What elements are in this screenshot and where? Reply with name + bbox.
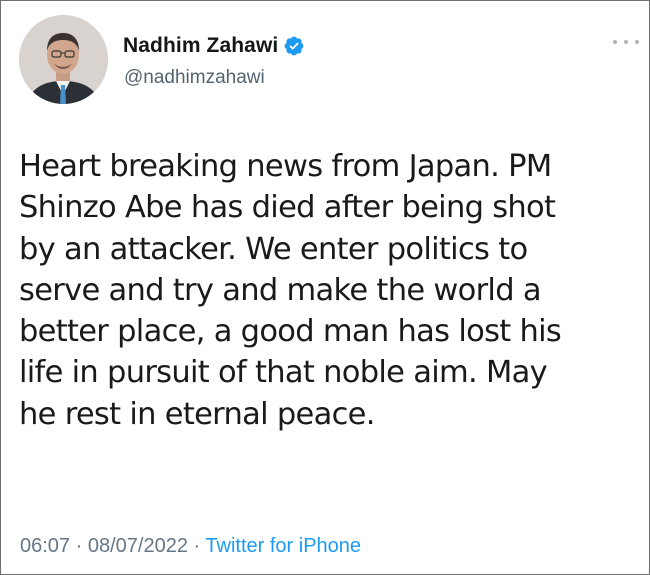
tweet-card: Nadhim Zahawi @nadhimzahawi Heart breaki… [0, 0, 650, 575]
author-handle[interactable]: @nadhimzahawi [124, 67, 265, 89]
tweet-date[interactable]: 08/07/2022 [88, 535, 188, 557]
author-display-name[interactable]: Nadhim Zahawi [123, 34, 278, 58]
dot [613, 40, 617, 44]
tweet-text-line: serve and try and make the world a [19, 272, 542, 308]
dot [624, 40, 628, 44]
tweet-text-line: life in pursuit of that noble aim. May [19, 355, 548, 391]
more-options-icon[interactable] [613, 37, 639, 47]
tweet-text: Heart breaking news from Japan. PM Shinz… [19, 146, 639, 435]
avatar[interactable] [19, 15, 108, 104]
tweet-text-line: he rest in eternal peace. [19, 396, 375, 432]
meta-separator: · [75, 535, 83, 557]
tweet-text-line: better place, a good man has lost his [19, 314, 562, 350]
tweet-text-line: Shinzo Abe has died after being shot [19, 190, 556, 226]
tweet-text-line: Heart breaking news from Japan. PM [19, 149, 552, 184]
verified-badge-icon [284, 36, 304, 56]
avatar-image [19, 15, 108, 104]
tweet-text-line: by an attacker. We enter politics to [19, 231, 528, 267]
author-row: Nadhim Zahawi [123, 34, 305, 58]
tweet-time[interactable]: 06:07 [20, 535, 70, 557]
tweet-source-link[interactable]: Twitter for iPhone [205, 535, 361, 557]
tweet-meta: 06:07 · 08/07/2022 · Twitter for iPhone [20, 535, 361, 558]
dot [635, 40, 639, 44]
meta-separator: · [193, 535, 201, 557]
